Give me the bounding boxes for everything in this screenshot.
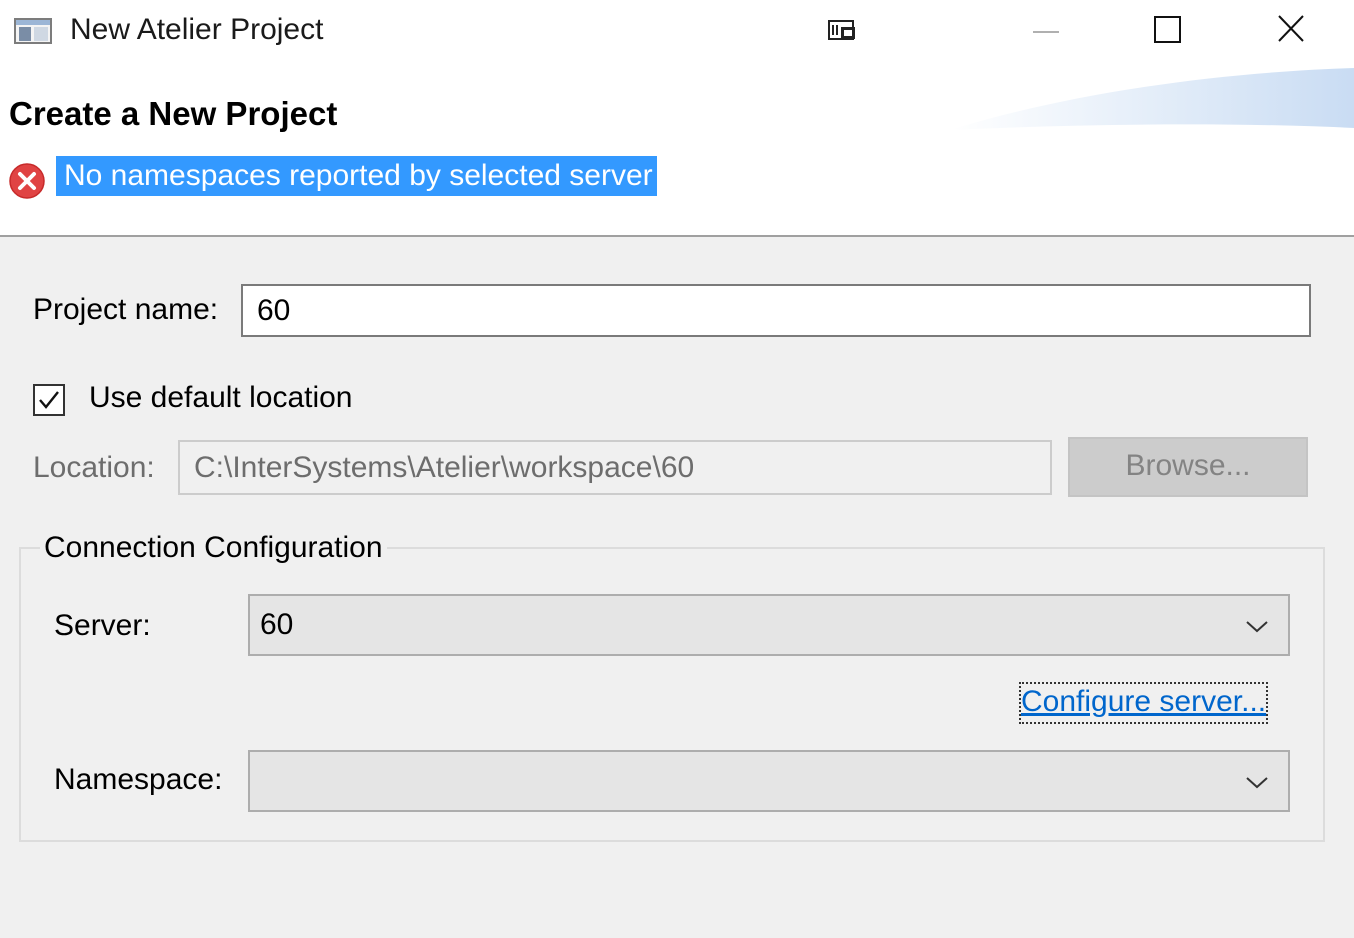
error-message[interactable]: No namespaces reported by selected serve… [56, 156, 657, 196]
error-x-icon [8, 162, 46, 200]
location-field[interactable] [178, 440, 1052, 495]
server-selected-value: 60 [260, 608, 294, 641]
restore-layout-icon[interactable] [827, 18, 859, 44]
location-label: Location: [33, 451, 155, 484]
browse-button[interactable]: Browse... [1068, 437, 1308, 497]
checkmark-icon [39, 391, 59, 409]
page-title: Create a New Project [9, 95, 338, 132]
namespace-label: Namespace: [54, 763, 223, 796]
title-bar: New Atelier Project [0, 0, 1354, 60]
chevron-down-icon [1246, 777, 1268, 789]
connection-configuration-title: Connection Configuration [40, 528, 387, 568]
server-label: Server: [54, 609, 151, 642]
chevron-down-icon [1246, 621, 1268, 633]
minimize-button[interactable] [1016, 8, 1076, 52]
header-divider [0, 235, 1354, 237]
server-dropdown[interactable]: 60 [248, 594, 1290, 656]
window-title: New Atelier Project [70, 13, 324, 46]
close-button[interactable] [1262, 8, 1322, 52]
use-default-location-label[interactable]: Use default location [89, 378, 353, 418]
header-banner-graphic [950, 68, 1354, 130]
maximize-button[interactable] [1138, 8, 1198, 52]
namespace-dropdown[interactable] [248, 750, 1290, 812]
project-name-field[interactable] [241, 284, 1311, 337]
project-name-label: Project name: [33, 293, 219, 326]
window-app-icon [14, 16, 54, 46]
wizard-header: Create a New Project No namespaces repor… [0, 60, 1354, 235]
configure-server-link[interactable]: Configure server... [1019, 682, 1269, 724]
use-default-location-checkbox[interactable] [33, 384, 65, 416]
maximize-icon [1154, 16, 1181, 43]
close-icon [1278, 15, 1304, 42]
